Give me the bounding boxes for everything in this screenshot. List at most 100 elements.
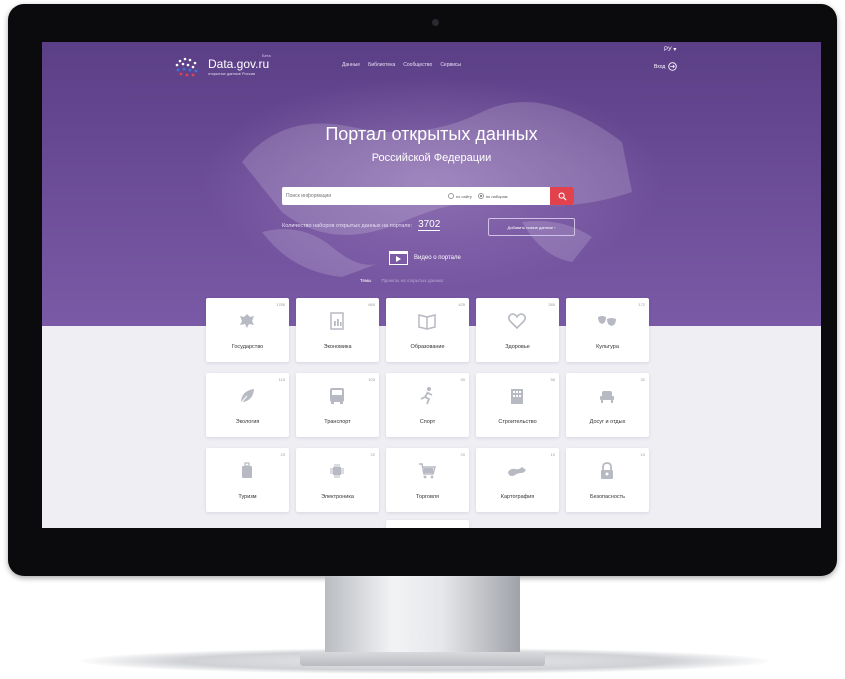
- add-data-button[interactable]: Добавить новые данные ›: [488, 218, 575, 236]
- dataset-count-value[interactable]: 3702: [418, 220, 441, 231]
- main-nav: Данные Библиотека Сообщество Сервисы: [342, 62, 461, 68]
- category-count: 103: [368, 377, 375, 382]
- topic-tabs: Темы Проекты на открытых данных: [360, 278, 443, 283]
- category-card[interactable]: 32 Досуг и отдых: [566, 373, 649, 437]
- add-data-label: Добавить новые данные: [507, 224, 554, 230]
- category-card[interactable]: 115 Экология: [206, 373, 289, 437]
- category-card[interactable]: 172 Культура: [566, 298, 649, 362]
- category-count: 58: [550, 377, 555, 382]
- category-card[interactable]: 103 Транспорт: [296, 373, 379, 437]
- dataset-count-label: Количество наборов открытых данных на по…: [282, 222, 413, 229]
- category-card[interactable]: 10 Безопасность: [566, 448, 649, 512]
- video-link[interactable]: Видео о портале: [389, 251, 461, 265]
- category-card[interactable]: 23 Туризм: [206, 448, 289, 512]
- category-label: Досуг и отдых: [589, 419, 626, 425]
- category-count: 172: [638, 302, 645, 307]
- category-label: Здоровье: [505, 344, 530, 350]
- heart-icon: [507, 313, 527, 330]
- category-label: Безопасность: [589, 494, 626, 500]
- category-card[interactable]: 58 Строительство: [476, 373, 559, 437]
- logo-subtitle: открытые данные России: [208, 70, 256, 76]
- film-play-icon: [389, 251, 408, 265]
- category-count: 22: [370, 452, 375, 457]
- radio-circle: [448, 193, 454, 199]
- login-icon: [668, 62, 678, 71]
- theater-masks-icon: [598, 316, 616, 326]
- category-count: 20: [460, 452, 465, 457]
- category-count: 10: [550, 452, 555, 457]
- category-card[interactable]: 90 Спорт: [386, 373, 469, 437]
- category-count: 1785: [276, 302, 285, 307]
- search-button[interactable]: [550, 187, 574, 205]
- category-count: 425: [458, 302, 465, 307]
- chip-icon: [330, 464, 344, 478]
- suitcase-icon: [242, 462, 252, 478]
- logo-title: Data.gov.ru: [208, 56, 270, 71]
- category-count: 23: [280, 452, 285, 457]
- open-book-icon: [418, 314, 436, 330]
- monitor-scene: Data.gov.ru открытые данные России Бета …: [0, 0, 845, 679]
- category-label: Транспорт: [324, 419, 351, 425]
- category-label: Экология: [235, 419, 260, 425]
- nav-item-library[interactable]: Библиотека: [368, 62, 395, 68]
- category-count: 660: [368, 302, 375, 307]
- logo-star-cluster-icon: [175, 57, 198, 77]
- tab-projects[interactable]: Проекты на открытых данных: [381, 278, 443, 283]
- language-label: РУ: [664, 47, 672, 53]
- radio-label-site: по сайту: [456, 193, 472, 199]
- category-label: Экономика: [323, 344, 352, 350]
- category-label: Картография: [500, 494, 535, 500]
- beta-badge: Бета: [262, 53, 271, 58]
- chevron-right-icon: ›: [554, 224, 556, 230]
- logo-text: Data.gov.ru открытые данные России: [208, 56, 270, 77]
- leaf-icon: [239, 389, 254, 405]
- radio-circle-selected: [477, 193, 484, 199]
- radio-search-site[interactable]: по сайту: [448, 193, 472, 199]
- site-logo[interactable]: Data.gov.ru открытые данные России Бета: [172, 53, 271, 79]
- category-label: Строительство: [498, 419, 537, 425]
- radio-search-datasets[interactable]: по наборам: [477, 193, 508, 199]
- category-count: 90: [460, 377, 465, 382]
- monitor-stand-base: [300, 652, 545, 666]
- login-label: Вход: [654, 63, 666, 70]
- login-button[interactable]: Вход: [654, 62, 678, 71]
- language-selector[interactable]: РУ ▾: [664, 46, 676, 53]
- padlock-icon: [601, 462, 613, 479]
- category-label: Спорт: [419, 419, 436, 425]
- category-label: Культура: [596, 344, 619, 350]
- category-card[interactable]: 285 Здоровье: [476, 298, 559, 362]
- shopping-cart-icon: [419, 463, 436, 479]
- category-label: Электроника: [321, 494, 354, 500]
- building-icon: [511, 389, 523, 404]
- category-card[interactable]: 425 Образование: [386, 298, 469, 362]
- tab-topics[interactable]: Темы: [360, 278, 371, 283]
- radio-label-datasets: по наборам: [485, 193, 508, 199]
- armchair-icon: [600, 391, 614, 403]
- search-icon: [558, 192, 567, 201]
- hero-banner: Data.gov.ru открытые данные России Бета …: [42, 42, 821, 326]
- screen: Data.gov.ru открытые данные России Бета …: [42, 42, 821, 528]
- dataset-count: Количество наборов открытых данных на по…: [282, 220, 441, 231]
- nav-item-data[interactable]: Данные: [342, 62, 360, 68]
- russia-map-icon: [508, 467, 526, 476]
- category-label: Туризм: [238, 494, 257, 500]
- category-card[interactable]: 660 Экономика: [296, 298, 379, 362]
- document-chart-icon: [330, 312, 344, 330]
- search-input[interactable]: [282, 193, 442, 199]
- webcam-icon: [432, 19, 439, 26]
- video-label: Видео о портале: [414, 255, 461, 261]
- bus-icon: [330, 388, 344, 404]
- monitor-stand-neck: [325, 576, 520, 658]
- nav-item-services[interactable]: Сервисы: [440, 62, 461, 68]
- nav-item-community[interactable]: Сообщество: [403, 62, 432, 68]
- category-card[interactable]: 10 Картография: [476, 448, 559, 512]
- category-card[interactable]: 20 Торговля: [386, 448, 469, 512]
- category-count: 32: [640, 377, 645, 382]
- category-card[interactable]: 1785 Государство: [206, 298, 289, 362]
- runner-icon: [420, 387, 433, 405]
- page-subtitle: Российской Федерации: [371, 152, 492, 164]
- chevron-down-icon: ▾: [673, 47, 677, 53]
- category-card[interactable]: 22 Электроника: [296, 448, 379, 512]
- category-card-partial[interactable]: [386, 520, 469, 528]
- category-label: Государство: [231, 344, 264, 350]
